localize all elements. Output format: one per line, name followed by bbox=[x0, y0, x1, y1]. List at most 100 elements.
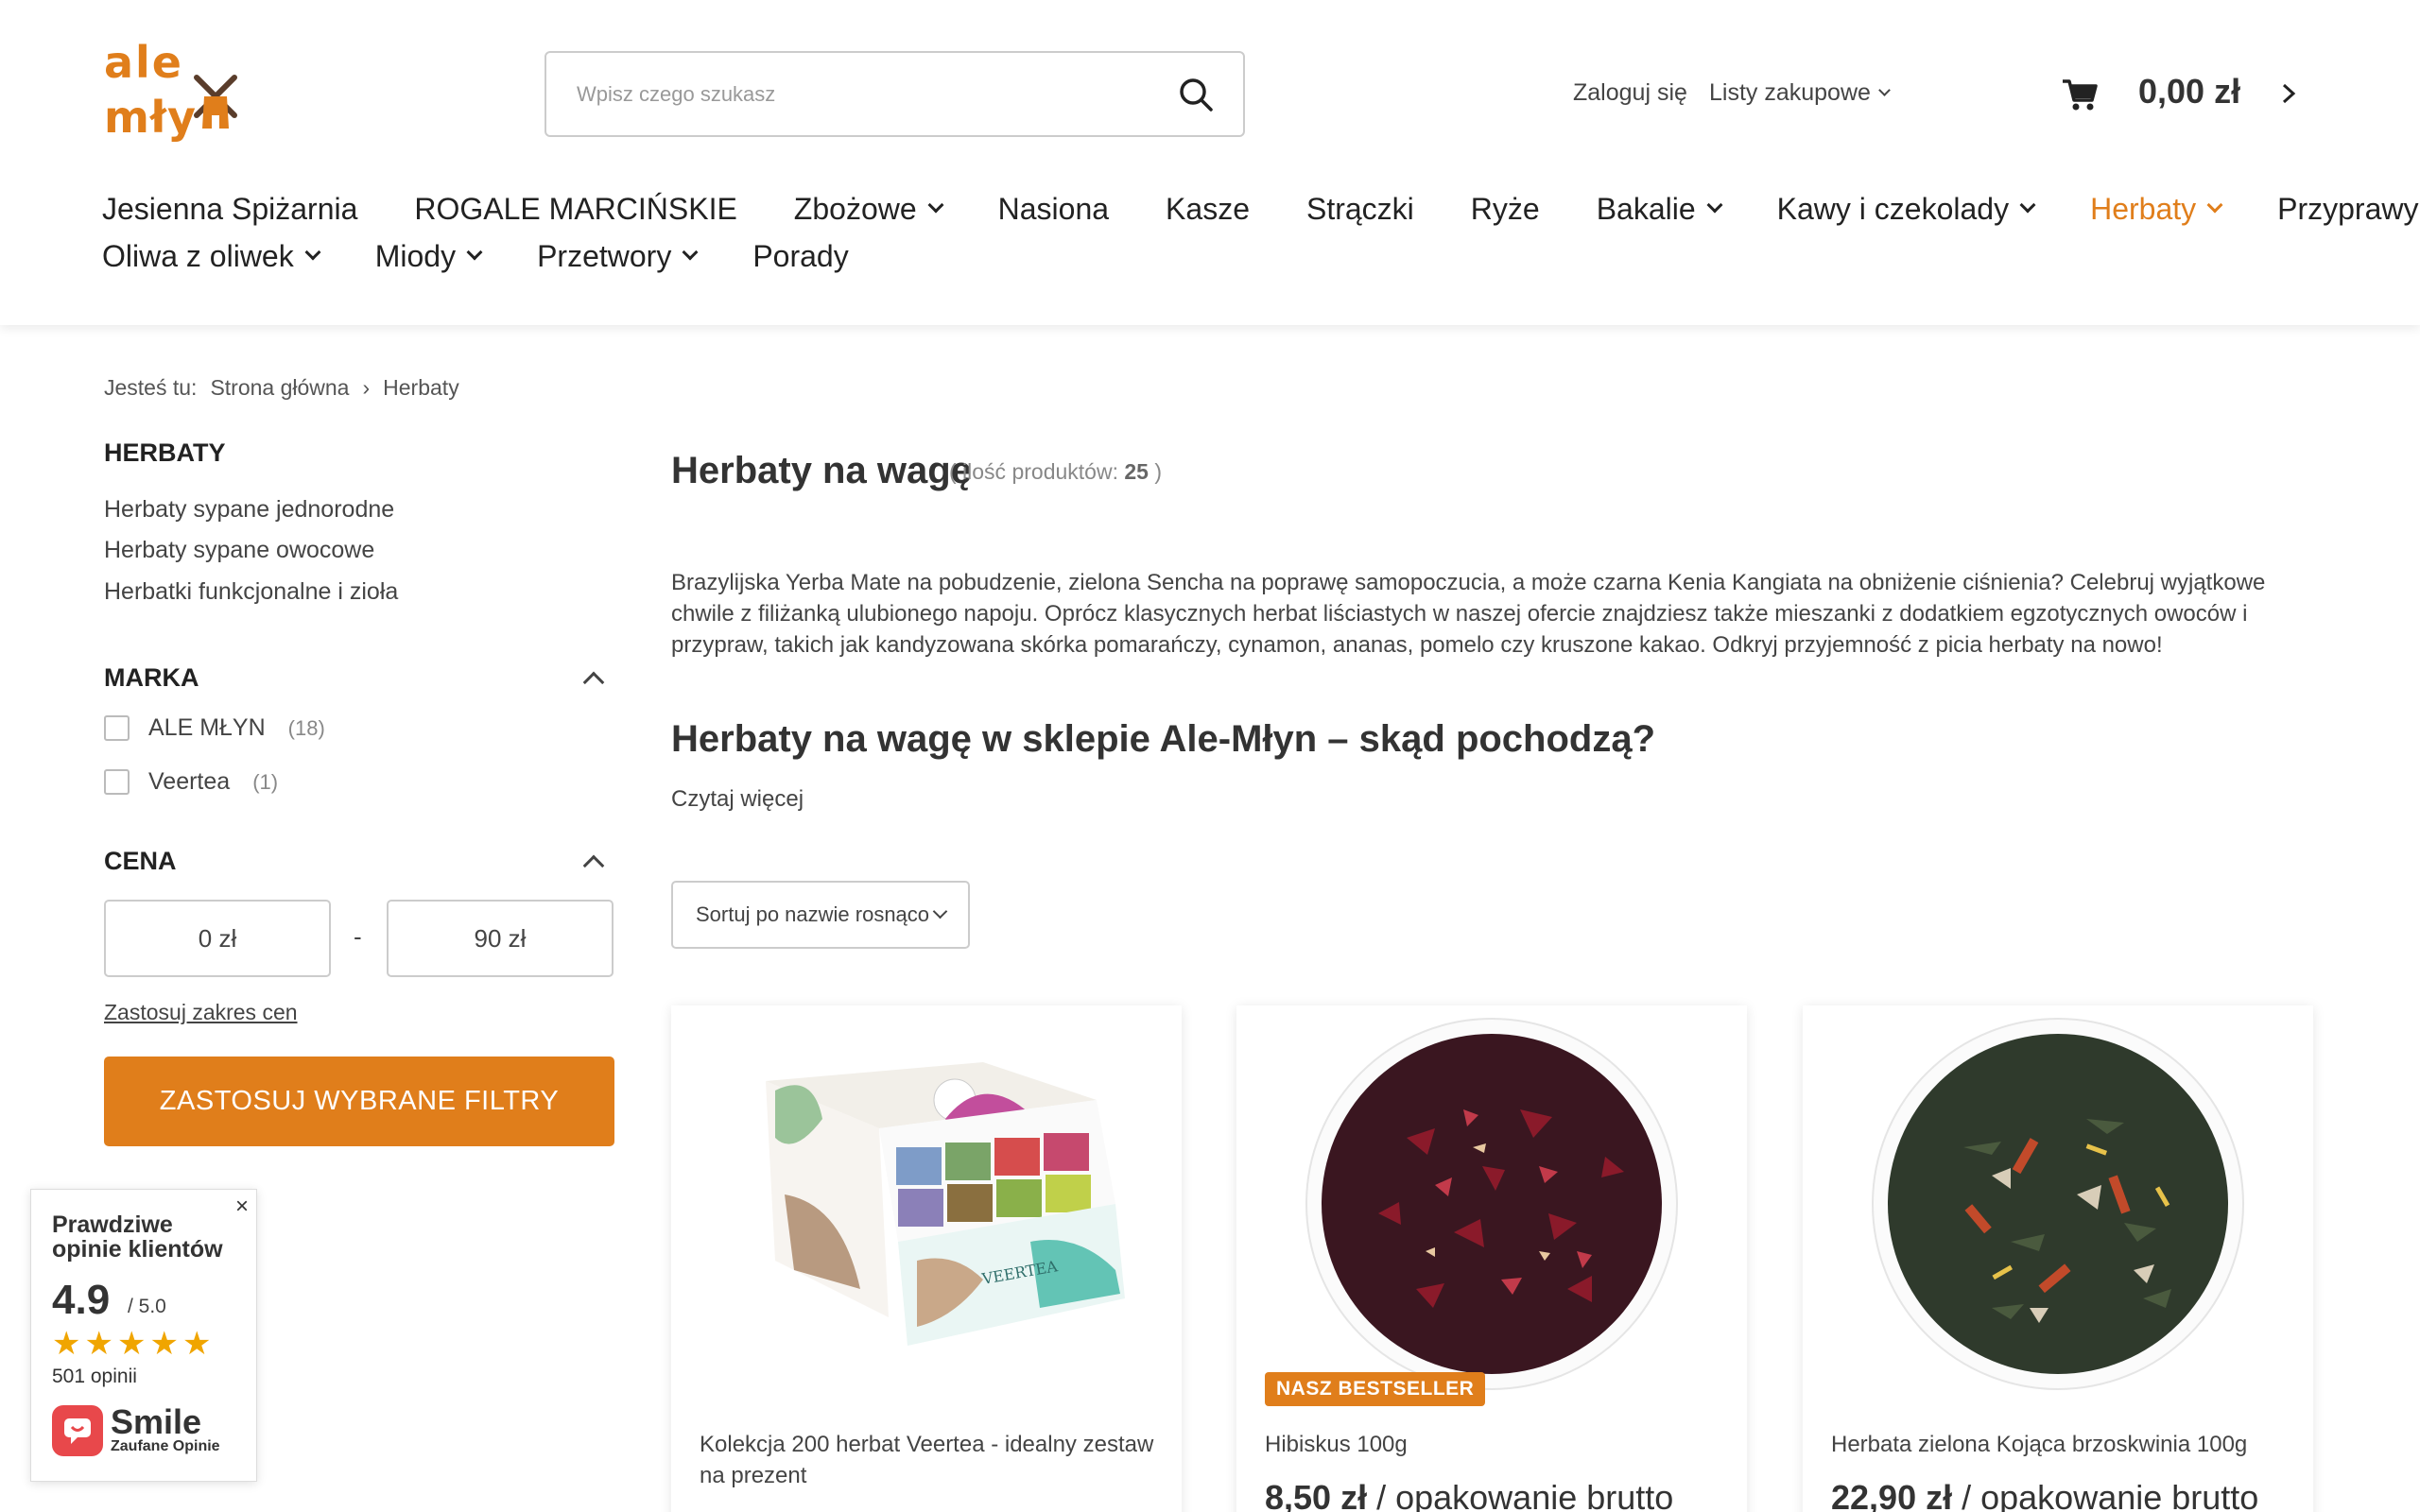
price-value: 8,50 zł bbox=[1265, 1478, 1368, 1512]
price-max-input[interactable]: 90 zł bbox=[387, 900, 614, 977]
price-unit: / opakowanie brutto bbox=[1376, 1478, 1674, 1512]
nav-item-8[interactable]: Kawy i czekolady bbox=[1777, 192, 2036, 227]
product-image bbox=[1872, 1018, 2244, 1390]
nav-item-3[interactable]: Porady bbox=[752, 239, 848, 274]
category-link[interactable]: Herbaty sypane jednorodne bbox=[104, 496, 394, 524]
nav-item-1[interactable]: ROGALE MARCIŃSKIE bbox=[414, 192, 736, 227]
chevron-down-icon bbox=[2019, 197, 2036, 214]
nav-item-9[interactable]: Herbaty bbox=[2090, 192, 2223, 227]
chevron-up-icon[interactable] bbox=[582, 671, 605, 694]
nav-row-2: Oliwa z oliwek Miody Przetwory Porady bbox=[102, 232, 2314, 280]
product-name[interactable]: Kolekcja 200 herbat Veertea - idealny ze… bbox=[700, 1429, 1163, 1491]
cart-button[interactable] bbox=[2061, 66, 2099, 123]
nav-item-label: Przetwory bbox=[537, 238, 672, 273]
reviews-title-line2: opinie klientów bbox=[52, 1236, 223, 1263]
price-min-input[interactable]: 0 zł bbox=[104, 900, 331, 977]
chevron-down-icon bbox=[2206, 197, 2223, 214]
nav-item-label: ROGALE MARCIŃSKIE bbox=[414, 191, 737, 226]
product-name[interactable]: Herbata zielona Kojąca brzoskwinia 100g bbox=[1831, 1429, 2294, 1460]
chevron-down-icon bbox=[304, 244, 321, 261]
bestseller-badge: NASZ BESTSELLER bbox=[1265, 1372, 1486, 1406]
chevron-right-icon[interactable] bbox=[2274, 79, 2303, 108]
nav-item-label: Porady bbox=[752, 238, 849, 273]
chevron-down-icon bbox=[932, 903, 948, 919]
product-price: 22,90 zł / opakowanie brutto bbox=[1831, 1478, 2258, 1512]
windmill-logo-icon: ale mły bbox=[104, 37, 237, 143]
price-value: 22,90 zł bbox=[1831, 1478, 1953, 1512]
brand-count: (18) bbox=[287, 715, 325, 740]
product-card[interactable]: Herbata zielona Kojąca brzoskwinia 100g … bbox=[1803, 1005, 2313, 1512]
product-count-value: 25 bbox=[1124, 459, 1149, 484]
apply-price-range-link[interactable]: Zastosuj zakres cen bbox=[104, 1000, 298, 1025]
product-image: VEERTEA bbox=[766, 1062, 1125, 1346]
chevron-down-icon bbox=[466, 244, 483, 261]
nav-item-0[interactable]: Jesienna Spiżarnia bbox=[102, 192, 357, 227]
category-description: Brazylijska Yerba Mate na pobudzenie, zi… bbox=[671, 570, 2266, 658]
reviews-widget[interactable]: × Prawdziwe opinie klientów 4.9 / 5.0 ★ ★… bbox=[30, 1189, 257, 1482]
breadcrumb: Jesteś tu: Strona główna › Herbaty bbox=[104, 375, 459, 401]
search-input[interactable] bbox=[577, 81, 1175, 107]
nav-item-label: Strączki bbox=[1305, 191, 1414, 226]
cart-icon bbox=[2063, 79, 2098, 111]
brand-filter-veertea[interactable]: Veertea (1) bbox=[104, 768, 278, 796]
nav-item-label: Bakalie bbox=[1596, 191, 1696, 226]
nav-item-2[interactable]: Zbożowe bbox=[794, 192, 944, 227]
cart-amount[interactable]: 0,00 zł bbox=[2138, 72, 2240, 112]
reviews-max: / 5.0 bbox=[128, 1296, 166, 1317]
brand-filter-ale-mlyn[interactable]: ALE MŁYN (18) bbox=[104, 714, 325, 742]
nav-item-3[interactable]: Nasiona bbox=[998, 192, 1109, 227]
search-icon[interactable] bbox=[1175, 74, 1217, 115]
nav-item-0[interactable]: Oliwa z oliwek bbox=[102, 238, 321, 274]
breadcrumb-home[interactable]: Strona główna bbox=[210, 375, 349, 401]
brand-count: (1) bbox=[252, 769, 279, 794]
price-filter-title: CENA bbox=[104, 847, 177, 875]
reviews-score: 4.9 bbox=[52, 1277, 111, 1323]
nav-item-5[interactable]: Strączki bbox=[1306, 192, 1414, 227]
nav-item-label: Przyprawy bbox=[2277, 191, 2419, 226]
search-bar bbox=[544, 51, 1245, 137]
apply-filters-button[interactable]: ZASTOSUJ WYBRANE FILTRY bbox=[104, 1057, 614, 1146]
nav-item-2[interactable]: Przetwory bbox=[537, 238, 699, 274]
nav-item-label: Oliwa z oliwek bbox=[102, 238, 294, 273]
breadcrumb-separator-icon: › bbox=[362, 375, 371, 400]
nav-item-label: Kasze bbox=[1166, 191, 1250, 226]
svg-text:ale: ale bbox=[104, 38, 183, 88]
chevron-up-icon[interactable] bbox=[582, 854, 605, 877]
read-more-link[interactable]: Czytaj więcej bbox=[671, 786, 804, 813]
smile-logo: Smile Zaufane Opinie bbox=[52, 1405, 220, 1456]
product-card[interactable]: VEERTEA Kolekcja 200 herbat Veertea - id… bbox=[671, 1005, 1182, 1512]
login-link[interactable]: Zaloguj się bbox=[1573, 79, 1687, 107]
brand-label: ALE MŁYN bbox=[148, 714, 266, 741]
sort-select[interactable]: Sortuj po nazwie rosnąco bbox=[671, 881, 970, 949]
product-card[interactable]: NASZ BESTSELLER Hibiskus 100g 8,50 zł / … bbox=[1236, 1005, 1747, 1512]
checkbox[interactable] bbox=[104, 715, 130, 741]
close-icon[interactable]: × bbox=[235, 1194, 249, 1220]
brand-label: Veertea bbox=[148, 768, 231, 795]
shopping-lists-dropdown[interactable]: Listy zakupowe bbox=[1709, 79, 1891, 107]
nav-item-7[interactable]: Bakalie bbox=[1596, 191, 1723, 227]
product-count: ( ilość produktów: 25 ) bbox=[949, 459, 1162, 485]
nav-item-10[interactable]: Przyprawy bbox=[2277, 192, 2420, 227]
price-unit: / opakowanie brutto bbox=[1962, 1478, 2259, 1512]
category-link[interactable]: Herbatki funkcjonalne i zioła bbox=[104, 578, 398, 606]
nav-item-4[interactable]: Kasze bbox=[1166, 192, 1250, 227]
category-link[interactable]: Herbaty sypane owocowe bbox=[104, 537, 374, 564]
checkbox[interactable] bbox=[104, 769, 130, 795]
product-price: 8,50 zł / opakowanie brutto bbox=[1265, 1478, 1673, 1512]
chevron-down-icon bbox=[682, 244, 699, 261]
breadcrumb-prefix: Jesteś tu: bbox=[104, 375, 198, 400]
nav-item-6[interactable]: Ryże bbox=[1471, 192, 1540, 227]
reviews-title-line1: Prawdziwe bbox=[52, 1211, 173, 1238]
nav-item-1[interactable]: Miody bbox=[375, 239, 483, 274]
reviews-brand: Smile bbox=[111, 1402, 202, 1441]
star-icon: ★ bbox=[149, 1326, 179, 1362]
site-header: ale mły Zaloguj się Listy zakupowe bbox=[0, 0, 2420, 325]
star-icon: ★ bbox=[52, 1326, 81, 1362]
reviews-title: Prawdziwe opinie klientów bbox=[52, 1212, 223, 1262]
reviews-brand-sub: Zaufane Opinie bbox=[111, 1438, 220, 1454]
chevron-down-icon bbox=[1878, 84, 1891, 96]
product-name[interactable]: Hibiskus 100g bbox=[1265, 1429, 1728, 1460]
nav-item-label: Nasiona bbox=[997, 191, 1110, 226]
product-image bbox=[1305, 1018, 1678, 1390]
site-logo[interactable]: ale mły bbox=[102, 37, 244, 151]
